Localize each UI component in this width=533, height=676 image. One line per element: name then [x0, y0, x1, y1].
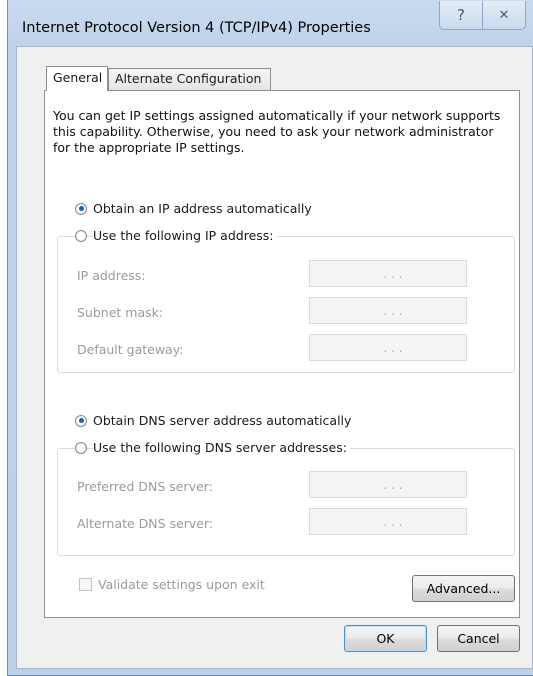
dns-address-group — [57, 448, 515, 556]
radio-selected-icon — [75, 414, 87, 427]
alternate-dns-label: Alternate DNS server: — [77, 516, 214, 531]
obtain-dns-auto-radio[interactable]: Obtain DNS server address automatically — [75, 413, 351, 428]
dialog-client: General Alternate Configuration You can … — [16, 46, 533, 669]
help-icon: ? — [457, 6, 465, 24]
radio-unselected-icon — [75, 229, 87, 242]
default-gateway-input[interactable]: . . . — [309, 334, 467, 361]
preferred-dns-value: . . . — [383, 477, 403, 492]
alternate-dns-value: . . . — [383, 514, 403, 529]
radio-unselected-icon — [75, 441, 87, 454]
general-panel: You can get IP settings assigned automat… — [44, 90, 520, 618]
close-button[interactable]: ✕ — [482, 1, 526, 30]
default-gateway-label: Default gateway: — [77, 342, 184, 357]
ip-address-input[interactable]: . . . — [309, 260, 467, 287]
checkbox-icon — [79, 578, 92, 591]
validate-settings-label: Validate settings upon exit — [98, 577, 265, 592]
dialog-window: Internet Protocol Version 4 (TCP/IPv4) P… — [7, 0, 533, 676]
subnet-mask-label: Subnet mask: — [77, 305, 164, 320]
ip-address-label: IP address: — [77, 268, 146, 283]
help-button[interactable]: ? — [439, 1, 483, 30]
obtain-ip-auto-label: Obtain an IP address automatically — [93, 201, 312, 216]
subnet-mask-input[interactable]: . . . — [309, 297, 467, 324]
use-following-dns-radio[interactable]: Use the following DNS server addresses: — [75, 440, 350, 455]
cancel-button[interactable]: Cancel — [437, 625, 520, 652]
use-following-dns-label: Use the following DNS server addresses: — [93, 440, 350, 455]
alternate-dns-input[interactable]: . . . — [309, 508, 467, 535]
obtain-ip-auto-radio[interactable]: Obtain an IP address automatically — [75, 201, 312, 216]
radio-selected-icon — [75, 202, 87, 215]
ip-address-value: . . . — [383, 266, 403, 281]
tab-general[interactable]: General — [46, 66, 108, 91]
intro-text: You can get IP settings assigned automat… — [53, 108, 501, 155]
window-title: Internet Protocol Version 4 (TCP/IPv4) P… — [22, 20, 371, 36]
default-gateway-value: . . . — [383, 340, 403, 355]
tab-alternate-configuration[interactable]: Alternate Configuration — [108, 68, 271, 90]
validate-settings-checkbox[interactable]: Validate settings upon exit — [79, 577, 265, 592]
preferred-dns-label: Preferred DNS server: — [77, 479, 213, 494]
advanced-button[interactable]: Advanced... — [412, 575, 515, 602]
preferred-dns-input[interactable]: . . . — [309, 471, 467, 498]
obtain-dns-auto-label: Obtain DNS server address automatically — [93, 413, 352, 428]
use-following-ip-label: Use the following IP address: — [93, 228, 277, 243]
close-icon: ✕ — [498, 7, 510, 23]
use-following-ip-radio[interactable]: Use the following IP address: — [75, 228, 277, 243]
ok-button[interactable]: OK — [344, 625, 427, 652]
subnet-mask-value: . . . — [383, 303, 403, 318]
